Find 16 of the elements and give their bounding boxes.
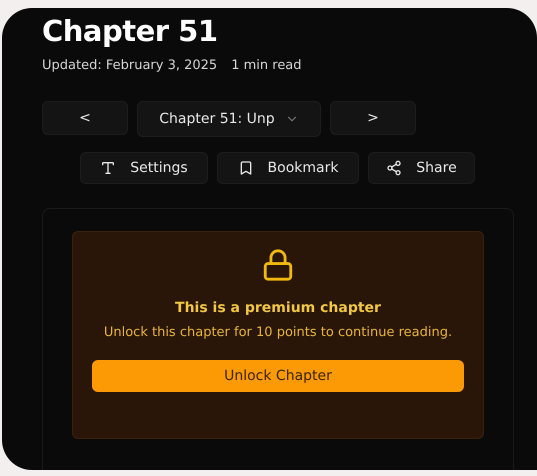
bookmark-icon: [238, 160, 254, 176]
unlock-chapter-button[interactable]: Unlock Chapter: [92, 360, 464, 392]
next-button[interactable]: >: [330, 101, 416, 135]
premium-message: Unlock this chapter for 10 points to continue reading.: [102, 324, 454, 342]
bookmark-button[interactable]: Bookmark: [217, 152, 359, 184]
lock-icon: [261, 248, 295, 282]
share-button[interactable]: Share: [368, 152, 475, 184]
premium-heading: This is a premium chapter: [175, 300, 381, 316]
meta-text: 1 min read: [231, 58, 302, 73]
text-icon: [100, 160, 116, 176]
meta-text: Updated: February 3, 2025: [42, 58, 218, 73]
previous-button[interactable]: <: [42, 101, 128, 135]
chapter-select[interactable]: Chapter 51: Unp: [137, 101, 321, 137]
chapter-title: Chapter 51: [42, 14, 218, 48]
share-icon: [386, 160, 402, 176]
settings-button[interactable]: Settings: [80, 152, 208, 184]
